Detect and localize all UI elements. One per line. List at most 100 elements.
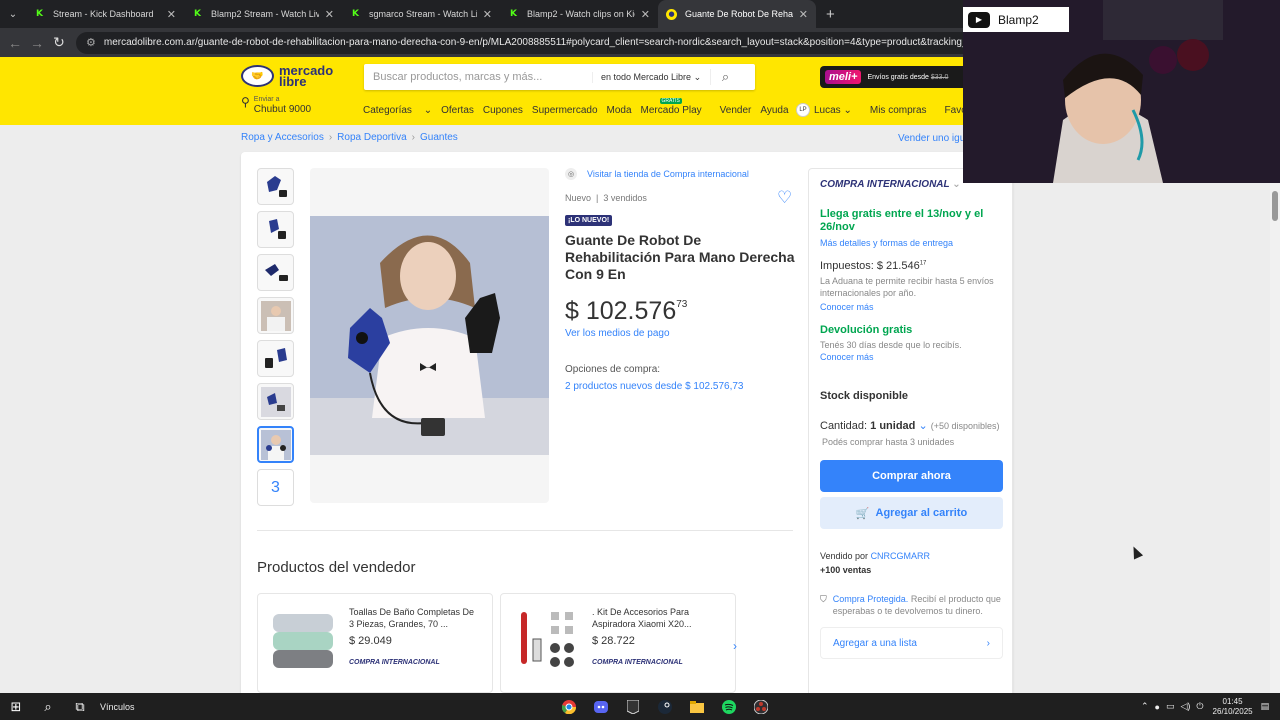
- user-menu[interactable]: Lucas ⌄: [814, 105, 852, 116]
- forward-icon[interactable]: →: [26, 35, 48, 51]
- protected-text: Compra Protegida. Recibí el producto que…: [833, 593, 1001, 617]
- breadcrumb-item[interactable]: Guantes: [420, 132, 458, 143]
- handshake-icon: 🤝: [241, 65, 274, 87]
- close-icon[interactable]: ✕: [799, 8, 808, 21]
- file-explorer-icon[interactable]: [684, 697, 710, 717]
- tab-3[interactable]: Ksgmarco Stream - Watch Live o ✕: [342, 0, 500, 28]
- tab-2[interactable]: K Blamp2 Stream - Watch Live on ✕: [184, 0, 342, 28]
- seller-label: Vendido por: [820, 551, 869, 561]
- product-main-image[interactable]: [310, 168, 549, 503]
- tab-1[interactable]: K Stream - Kick Dashboard ✕: [26, 0, 184, 28]
- sell-one-link[interactable]: Vender uno igual: [898, 133, 964, 144]
- know-more-link[interactable]: Conocer más: [820, 302, 1001, 312]
- tab-search-icon[interactable]: ⌄: [0, 0, 26, 28]
- payment-methods-link[interactable]: Ver los medios de pago: [565, 328, 797, 339]
- thumbnail[interactable]: [257, 254, 294, 291]
- nav-ofertas[interactable]: Ofertas: [441, 105, 474, 116]
- visit-store-link[interactable]: ◎ Visitar la tienda de Compra internacion…: [565, 168, 797, 180]
- search-icon[interactable]: ⌕: [710, 69, 740, 85]
- thumbnail[interactable]: [257, 211, 294, 248]
- seller-name-link[interactable]: CNRCGMARR: [871, 551, 931, 561]
- search-input[interactable]: [364, 71, 592, 83]
- buy-now-button[interactable]: Comprar ahora: [820, 460, 1003, 492]
- user-name: Lucas: [814, 104, 841, 116]
- obs-icon[interactable]: [748, 697, 774, 717]
- meli-amount: $33.0: [930, 73, 949, 81]
- seller-sales: +100 ventas: [820, 565, 872, 575]
- thumbnail[interactable]: [257, 383, 294, 420]
- buy-options-link[interactable]: 2 productos nuevos desde $ 102.576,73: [565, 381, 797, 392]
- chrome-icon[interactable]: [556, 697, 582, 717]
- discord-icon[interactable]: [588, 697, 614, 717]
- meli-plus-banner[interactable]: meli+ Envíos gratis desde $33.0: [820, 66, 970, 88]
- nav-moda[interactable]: Moda: [607, 105, 632, 116]
- know-more-link[interactable]: Conocer más: [820, 352, 1001, 362]
- protected-title-link[interactable]: Compra Protegida.: [833, 594, 909, 604]
- steam-icon[interactable]: [652, 697, 678, 717]
- site-info-icon[interactable]: ⚙: [86, 36, 96, 49]
- windows-start-icon[interactable]: ⊞: [0, 699, 32, 715]
- power-icon[interactable]: ⏻: [1196, 701, 1203, 712]
- seller-product-card[interactable]: . Kit De Accesorios Para Aspiradora Xiao…: [500, 593, 736, 693]
- tab-5-active[interactable]: ● Guante De Robot De Rehabilita ✕: [658, 0, 816, 28]
- avatar[interactable]: LP: [796, 103, 810, 117]
- quantity-selector[interactable]: Cantidad: 1 unidad ⌄ (+50 disponibles): [820, 419, 1001, 432]
- nav-supermercado[interactable]: Supermercado: [532, 105, 598, 116]
- close-icon[interactable]: ✕: [483, 8, 492, 21]
- scrollbar-thumb[interactable]: [1272, 191, 1278, 221]
- more-photos-count: 3: [271, 478, 280, 496]
- reload-icon[interactable]: ↻: [48, 34, 70, 51]
- taskbar-apps: [553, 693, 777, 720]
- notifications-icon[interactable]: ▤: [1261, 701, 1270, 712]
- ml-logo[interactable]: 🤝 mercado libre: [241, 64, 337, 88]
- network-icon[interactable]: ▭: [1166, 701, 1175, 712]
- add-to-list-button[interactable]: Agregar a una lista ›: [820, 627, 1003, 659]
- task-view-icon[interactable]: ⧉: [64, 699, 96, 715]
- close-icon[interactable]: ✕: [325, 8, 334, 21]
- tab-4[interactable]: K Blamp2 - Watch clips on Kick ✕: [500, 0, 658, 28]
- delivery-location[interactable]: ⚲ Enviar a Chubut 9000: [241, 95, 311, 116]
- delivery-details-link[interactable]: Más detalles y formas de entrega: [820, 238, 1001, 248]
- gratis-badge: GRATIS: [659, 98, 682, 104]
- taxes-label: Impuestos:: [820, 260, 874, 272]
- clock-date: 26/10/2025: [1212, 706, 1253, 716]
- nav-vender[interactable]: Vender: [720, 105, 752, 116]
- spotify-icon[interactable]: [716, 697, 742, 717]
- more-photos-thumbnail[interactable]: 3: [257, 469, 294, 506]
- clock[interactable]: 01:45 26/10/2025: [1213, 697, 1253, 717]
- kick-icon: K: [510, 9, 517, 19]
- thumbnail-selected[interactable]: [257, 426, 294, 463]
- volume-icon[interactable]: ◁): [1181, 701, 1191, 712]
- close-icon[interactable]: ✕: [641, 8, 650, 21]
- carousel-next-icon[interactable]: ›: [733, 639, 737, 653]
- search-scope-select[interactable]: en todo Mercado Libre ⌄: [592, 71, 710, 83]
- breadcrumb-item[interactable]: Ropa Deportiva: [337, 132, 406, 143]
- heart-icon[interactable]: ♡: [777, 188, 792, 208]
- nav-mercado-play[interactable]: GRATIS Mercado Play: [641, 98, 711, 116]
- play-icon: ▶: [968, 11, 990, 28]
- thumbnail[interactable]: [257, 297, 294, 334]
- nav-categorias[interactable]: Categorías ⌄: [363, 105, 432, 116]
- back-icon[interactable]: ←: [4, 35, 26, 51]
- microphone-icon[interactable]: ●: [1155, 702, 1160, 712]
- product-photo-icon: [310, 216, 549, 455]
- breadcrumb-item[interactable]: Ropa y Accesorios: [241, 132, 324, 143]
- kick-icon: K: [36, 9, 43, 19]
- add-to-cart-button[interactable]: 🛒 Agregar al carrito: [820, 497, 1003, 529]
- arrival-to: 26/nov: [820, 221, 855, 233]
- nav-ayuda[interactable]: Ayuda: [760, 105, 788, 116]
- thumbnail[interactable]: [257, 168, 294, 205]
- search-icon[interactable]: ⌕: [32, 699, 64, 715]
- new-tab-button[interactable]: +: [826, 0, 835, 28]
- arrival-from: 13/nov: [927, 208, 962, 220]
- chevron-up-icon[interactable]: ⌃: [1141, 701, 1149, 712]
- thumbnail[interactable]: [257, 340, 294, 377]
- close-icon[interactable]: ✕: [167, 8, 176, 21]
- my-purchases-link[interactable]: Mis compras: [870, 105, 927, 116]
- links-toolbar-label[interactable]: Vínculos: [100, 702, 135, 712]
- seller-product-card[interactable]: Toallas De Baño Completas De 3 Piezas, G…: [257, 593, 493, 693]
- page-scrollbar[interactable]: [1270, 183, 1280, 693]
- nav-cupones[interactable]: Cupones: [483, 105, 523, 116]
- epic-games-icon[interactable]: [620, 697, 646, 717]
- seller-products-heading: Productos del vendedor: [257, 559, 416, 576]
